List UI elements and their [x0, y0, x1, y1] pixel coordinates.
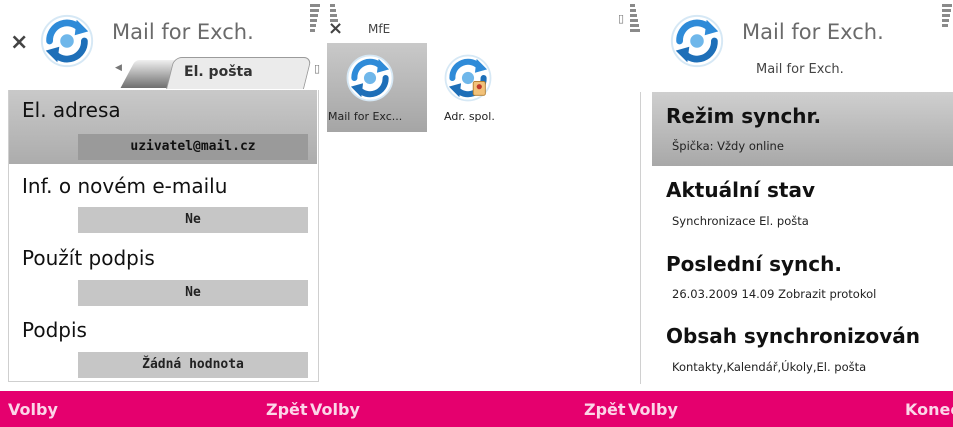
field-label-use-signature[interactable]: Použít podpis [22, 246, 155, 270]
app-title: Mail for Exch. [742, 20, 884, 44]
item-value-current-status: Synchronizace El. pošta [672, 214, 809, 228]
app-label-shared-contacts[interactable]: Adr. spol. [444, 110, 495, 123]
sync-contacts-icon[interactable] [442, 52, 494, 104]
field-label-signature[interactable]: Podpis [22, 318, 87, 342]
field-label-new-mail-info[interactable]: Inf. o novém e-mailu [22, 174, 227, 198]
item-label-current-status[interactable]: Aktuální stav [666, 178, 815, 202]
sync-icon[interactable] [344, 52, 396, 104]
signal-indicator-icon [630, 4, 640, 34]
close-icon[interactable]: × [328, 20, 343, 38]
softkey-exit-screen3[interactable]: Konec [905, 400, 953, 419]
softkey-back-screen2[interactable]: Zpět [584, 400, 626, 419]
battery-tip-icon: ▯ [314, 62, 321, 75]
field-value-use-signature[interactable]: Ne [78, 280, 308, 306]
field-label-email-address[interactable]: El. adresa [22, 98, 121, 122]
battery-indicator-icon [942, 4, 952, 29]
field-value-email-address[interactable]: uzivatel@mail.cz [78, 134, 308, 160]
sync-icon [668, 12, 726, 70]
tab-left-arrow-icon[interactable]: ◀ [115, 63, 122, 73]
app-label-mail-for-exchange[interactable]: Mail for Exc... [328, 110, 402, 123]
softkey-options-screen1[interactable]: Volby [8, 400, 58, 419]
tab-email-label: El. pošta [184, 64, 253, 80]
softkey-options-screen3[interactable]: Volby [628, 400, 678, 419]
app-subtitle: Mail for Exch. [756, 62, 844, 77]
item-value-last-sync: 26.03.2009 14.09 Zobrazit protokol [672, 287, 877, 301]
item-value-synced-content: Kontakty,Kalendář,Úkoly,El. pošta [672, 360, 867, 374]
battery-indicator-icon [310, 4, 320, 34]
battery-tip-icon: ▯ [618, 12, 625, 25]
item-label-synced-content[interactable]: Obsah synchronizován [666, 324, 920, 348]
item-value-sync-mode: Špička: Vždy online [672, 139, 784, 153]
sync-icon [38, 12, 96, 70]
folder-title: MfE [368, 22, 391, 36]
softkey-bar [0, 391, 953, 427]
item-label-last-sync[interactable]: Poslední synch. [666, 252, 842, 276]
item-label-sync-mode[interactable]: Režim synchr. [666, 104, 821, 128]
field-value-new-mail-info[interactable]: Ne [78, 207, 308, 233]
softkey-back-screen1[interactable]: Zpět [266, 400, 308, 419]
close-icon[interactable]: × [10, 32, 28, 54]
softkey-options-screen2[interactable]: Volby [310, 400, 360, 419]
app-title: Mail for Exch. [112, 20, 254, 44]
field-value-signature[interactable]: Žádná hodnota [78, 352, 308, 378]
